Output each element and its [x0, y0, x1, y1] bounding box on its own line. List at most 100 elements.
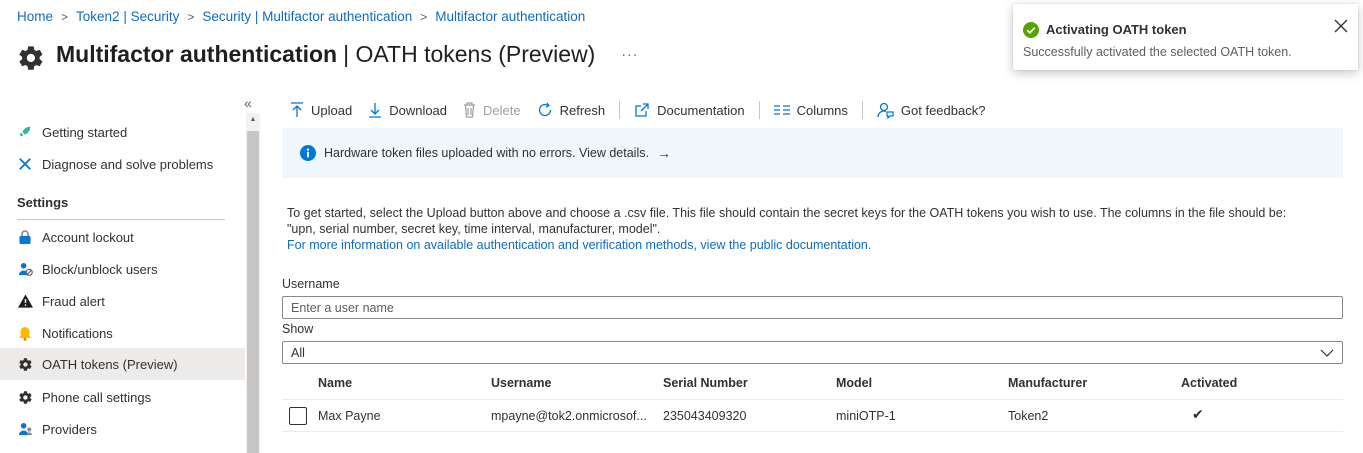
column-header-serial-number[interactable]: Serial Number: [663, 376, 748, 390]
toast-title: Activating OATH token: [1046, 22, 1187, 37]
sidebar-item-fraud-alert[interactable]: Fraud alert: [0, 285, 245, 317]
upload-icon: [291, 102, 303, 117]
users-icon: [17, 421, 33, 437]
cell-name: Max Payne: [318, 409, 381, 423]
feedback-label: Got feedback?: [900, 102, 986, 118]
sidebar-item-label: Account lockout: [42, 229, 134, 245]
breadcrumb-separator: >: [187, 9, 195, 24]
sidebar-item-getting-started[interactable]: Getting started: [0, 116, 245, 148]
bell-icon: [17, 325, 33, 341]
oath-tokens-table: Name Username Serial Number Model Manufa…: [282, 370, 1343, 432]
upload-button[interactable]: Upload: [282, 102, 360, 118]
refresh-button[interactable]: Refresh: [529, 102, 614, 118]
upload-label: Upload: [311, 102, 353, 118]
toolbar-divider: [861, 101, 863, 119]
column-header-activated[interactable]: Activated: [1181, 376, 1237, 390]
rocket-icon: [17, 124, 33, 140]
column-header-manufacturer[interactable]: Manufacturer: [1008, 376, 1087, 390]
breadcrumb-mfa[interactable]: Multifactor authentication: [435, 9, 585, 24]
delete-label: Delete: [483, 102, 521, 118]
table-row[interactable]: Max Payne mpayne@tok2.onmicrosof... 2350…: [282, 400, 1343, 432]
more-options-button[interactable]: ···: [621, 46, 638, 62]
column-header-model[interactable]: Model: [836, 376, 872, 390]
trash-icon: [464, 102, 476, 118]
download-label: Download: [389, 102, 448, 118]
columns-label: Columns: [796, 102, 848, 118]
sidebar-item-notifications[interactable]: Notifications: [0, 317, 245, 349]
cell-model: miniOTP-1: [836, 409, 896, 423]
notification-toast[interactable]: Activating OATH token Successfully activ…: [1013, 4, 1358, 70]
sidebar-item-oath-tokens[interactable]: OATH tokens (Preview): [0, 348, 245, 380]
sidebar-item-label: OATH tokens (Preview): [42, 356, 178, 372]
show-dropdown[interactable]: All: [282, 341, 1343, 364]
collapse-sidebar-button[interactable]: «: [244, 95, 252, 111]
sidebar-item-label: Providers: [42, 421, 97, 437]
username-label: Username: [282, 277, 340, 291]
sidebar-item-providers[interactable]: Providers: [0, 413, 245, 445]
breadcrumb-separator: >: [61, 9, 69, 24]
refresh-label: Refresh: [559, 102, 606, 118]
external-link-icon: [635, 103, 649, 117]
page-subtitle: | OATH tokens (Preview): [343, 40, 596, 67]
sidebar-item-account-lockout[interactable]: Account lockout: [0, 221, 245, 253]
command-bar: Upload Download Delete Refresh Documenta…: [282, 95, 993, 125]
download-button[interactable]: Download: [360, 102, 455, 118]
show-label: Show: [282, 322, 314, 336]
description: To get started, select the Upload button…: [287, 205, 1347, 253]
refresh-icon: [538, 102, 551, 117]
chevron-down-icon: [1320, 349, 1334, 357]
breadcrumb: Home > Token2 | Security > Security | Mu…: [17, 9, 585, 24]
sidebar-item-label: Fraud alert: [42, 293, 105, 309]
description-line-2: "upn, serial number, secret key, time in…: [287, 222, 661, 236]
description-line-1: To get started, select the Upload button…: [287, 206, 1287, 220]
table-header: Name Username Serial Number Model Manufa…: [282, 370, 1343, 400]
checkmark-icon: ✔: [1192, 406, 1204, 422]
columns-icon: [773, 105, 790, 115]
column-header-name[interactable]: Name: [318, 376, 352, 390]
scrollbar-thumb[interactable]: [247, 131, 259, 453]
block-user-icon: [17, 261, 33, 277]
breadcrumb-token2-security[interactable]: Token2 | Security: [76, 9, 179, 24]
sidebar-item-label: Notifications: [42, 325, 113, 341]
toolbar-divider: [619, 101, 621, 119]
documentation-link[interactable]: For more information on available authen…: [287, 237, 1347, 253]
info-message-bar[interactable]: Hardware token files uploaded with no er…: [282, 128, 1343, 178]
cell-serial-number: 235043409320: [663, 409, 747, 423]
gear-icon: [17, 356, 33, 372]
toolbar-divider: [758, 101, 760, 119]
sidebar-section-title: Settings: [17, 195, 69, 210]
documentation-button[interactable]: Documentation: [626, 102, 752, 118]
gear-icon: [17, 389, 33, 405]
sidebar-item-label: Getting started: [42, 124, 128, 140]
sidebar-item-label: Phone call settings: [42, 389, 152, 405]
success-icon: [1023, 22, 1039, 38]
column-header-username[interactable]: Username: [491, 376, 551, 390]
cell-manufacturer: Token2: [1008, 409, 1049, 423]
scroll-up-arrow-icon[interactable]: ▲: [246, 113, 260, 127]
sidebar-item-label: Diagnose and solve problems: [42, 156, 214, 172]
arrow-right-icon[interactable]: →: [657, 145, 671, 161]
sidebar-scrollbar[interactable]: ▲: [246, 113, 260, 453]
row-checkbox[interactable]: [289, 407, 307, 425]
sidebar-item-phone-call-settings[interactable]: Phone call settings: [0, 381, 245, 413]
close-icon[interactable]: [1334, 19, 1348, 33]
breadcrumb-security-mfa[interactable]: Security | Multifactor authentication: [202, 9, 412, 24]
breadcrumb-home[interactable]: Home: [17, 9, 53, 24]
username-input[interactable]: [282, 296, 1343, 319]
lock-icon: [17, 229, 33, 245]
sidebar-item-block-unblock-users[interactable]: Block/unblock users: [0, 253, 245, 285]
columns-button[interactable]: Columns: [766, 103, 856, 118]
cell-username: mpayne@tok2.onmicrosof...: [491, 409, 647, 423]
documentation-label: Documentation: [657, 102, 745, 118]
info-icon: [300, 145, 316, 161]
sidebar: « Getting started Diagnose and solve pro…: [0, 95, 262, 453]
delete-button[interactable]: Delete: [455, 102, 529, 118]
feedback-button[interactable]: Got feedback?: [869, 102, 994, 119]
sidebar-item-diagnose[interactable]: Diagnose and solve problems: [0, 148, 245, 180]
toast-message: Successfully activated the selected OATH…: [1023, 45, 1292, 59]
page-title: Multifactor authentication: [56, 40, 338, 67]
warning-icon: [17, 293, 33, 309]
show-dropdown-value: All: [291, 345, 305, 360]
download-icon: [369, 103, 382, 118]
gear-icon: [19, 46, 43, 70]
